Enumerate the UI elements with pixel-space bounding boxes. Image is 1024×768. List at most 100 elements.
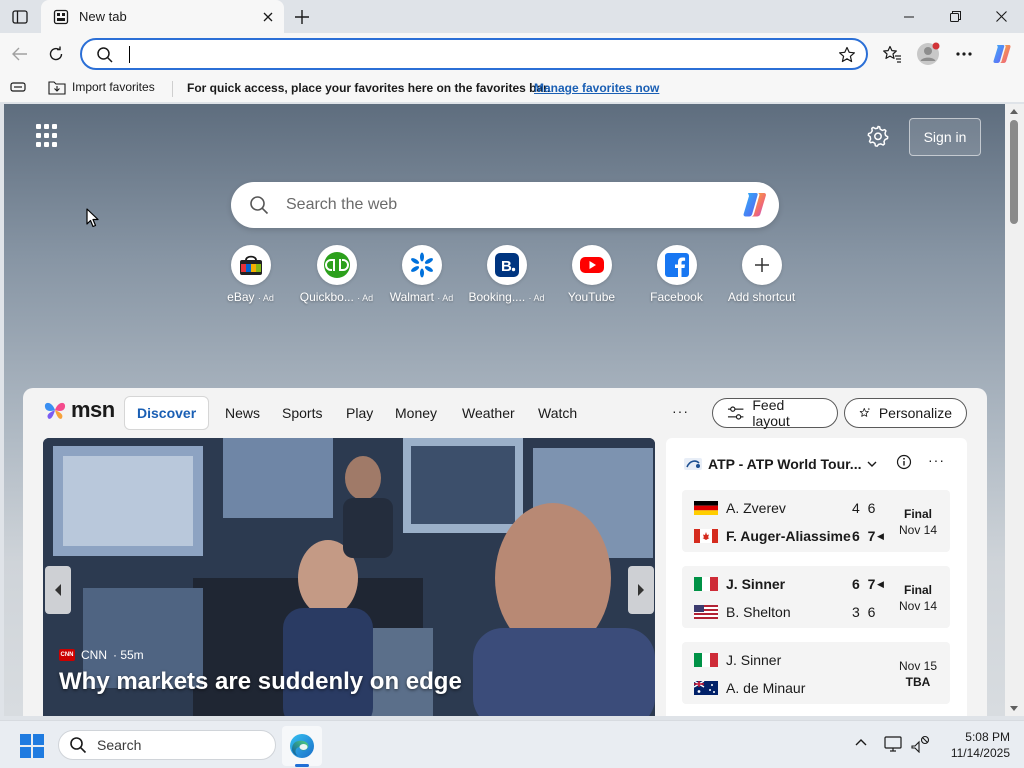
profile-button[interactable]	[914, 40, 942, 68]
tab-news[interactable]: News	[225, 405, 260, 421]
page-settings-button[interactable]	[866, 124, 892, 150]
winner-marker-icon: ◀	[877, 531, 884, 541]
player-name: F. Auger-Aliassime	[726, 528, 851, 544]
italy-flag-icon	[694, 653, 718, 667]
chevron-down-icon	[867, 461, 877, 467]
favorites-button[interactable]	[878, 40, 906, 68]
clock-date: 11/14/2025	[950, 746, 1010, 760]
hero-headline[interactable]: Why markets are suddenly on edge	[59, 668, 462, 696]
germany-flag-icon	[694, 501, 718, 515]
svg-text:B: B	[501, 258, 512, 275]
tab-title: New tab	[79, 9, 127, 24]
match-status: Final Nov 14	[892, 506, 944, 538]
display-icon[interactable]	[884, 735, 902, 753]
hero-story-card[interactable]: CNN CNN · 55m Why markets are suddenly o…	[43, 438, 655, 716]
player-name: J. Sinner	[726, 652, 782, 668]
add-shortcut-button[interactable]: Add shortcut	[719, 245, 804, 304]
web-search-box[interactable]: Search the web	[231, 182, 779, 228]
avatar-icon	[917, 42, 940, 65]
shortcut-quickbooks[interactable]: Quickbo... · Ad	[294, 245, 379, 304]
close-window-button[interactable]	[978, 0, 1024, 33]
shortcut-facebook[interactable]: Facebook	[634, 245, 719, 304]
copilot-icon[interactable]	[739, 190, 771, 220]
close-icon	[263, 12, 273, 22]
hero-next-button[interactable]	[628, 566, 654, 614]
refresh-button[interactable]	[42, 40, 70, 68]
match-status-label: Final	[903, 583, 932, 597]
ad-label: · Ad	[357, 293, 374, 303]
taskbar-search-box[interactable]: Search	[58, 730, 276, 760]
shortcut-label: eBay	[227, 290, 255, 304]
app-launcher-button[interactable]	[36, 124, 60, 148]
tab-discover[interactable]: Discover	[124, 396, 210, 430]
scroll-up-arrow-icon[interactable]	[1009, 107, 1019, 115]
tab-watch[interactable]: Watch	[538, 405, 577, 421]
sports-league-selector[interactable]: ATP - ATP World Tour...	[684, 456, 877, 472]
copilot-button[interactable]	[988, 40, 1016, 68]
scrollbar-thumb[interactable]	[1010, 120, 1018, 224]
tab-play[interactable]: Play	[346, 405, 373, 421]
feed-layout-button[interactable]: Feed layout	[712, 397, 838, 429]
tab-money[interactable]: Money	[395, 405, 437, 421]
back-arrow-icon	[12, 47, 27, 61]
shortcut-booking[interactable]: B Booking.... · Ad	[464, 245, 549, 304]
import-favorites-button[interactable]: Import favorites	[48, 79, 155, 95]
match-date: Nov 14	[898, 523, 938, 537]
search-icon	[250, 196, 269, 215]
shortcut-ebay[interactable]: eBay · Ad	[208, 245, 293, 304]
add-favorite-button[interactable]	[836, 44, 858, 66]
more-horizontal-icon	[956, 52, 972, 56]
match-card[interactable]: A. Zverev 4 6 F. Auger-Aliassime 6 7 ◀ F…	[682, 490, 950, 552]
sports-league-title: ATP - ATP World Tour...	[708, 456, 862, 472]
back-button[interactable]	[6, 40, 34, 68]
sign-in-button[interactable]: Sign in	[909, 118, 981, 156]
sports-more-button[interactable]: ···	[928, 452, 945, 468]
msn-logo[interactable]: msn	[43, 397, 115, 423]
sparkle-star-icon	[859, 407, 871, 417]
new-tab-button[interactable]	[290, 5, 314, 29]
page-scrollbar[interactable]	[1005, 104, 1024, 716]
manage-favorites-link[interactable]: Manage favorites now	[534, 81, 659, 95]
shortcut-tiles: eBay · Ad Quickbo... · Ad Walmart · Ad B…	[224, 245, 804, 305]
hero-prev-button[interactable]	[45, 566, 71, 614]
new-tab-page: Sign in Search the web eBay · Ad Quickbo…	[4, 104, 1005, 716]
settings-and-more-button[interactable]	[950, 40, 978, 68]
minimize-button[interactable]	[886, 0, 932, 33]
tab-actions-menu-button[interactable]	[8, 6, 32, 28]
match-status: Final Nov 14	[892, 582, 944, 614]
system-clock[interactable]: 5:08 PM 11/14/2025	[930, 729, 1010, 761]
network-volume-icon[interactable]	[910, 735, 930, 753]
shortcut-label: Quickbo...	[299, 290, 354, 304]
nav-more-button[interactable]: ···	[672, 403, 689, 419]
match-card[interactable]: J. Sinner A. de Minaur Nov 15 TBA	[682, 642, 950, 704]
ad-label: · Ad	[528, 293, 545, 303]
chevron-left-icon	[55, 584, 61, 596]
match-card[interactable]: J. Sinner 6 7 ◀ B. Shelton 3 6 Final Nov…	[682, 566, 950, 628]
address-bar[interactable]	[80, 38, 868, 70]
copilot-icon	[993, 45, 1011, 63]
refresh-icon	[49, 46, 63, 61]
restore-button[interactable]	[932, 0, 978, 33]
tab-close-button[interactable]	[260, 9, 276, 25]
chevron-up-icon[interactable]	[854, 735, 868, 749]
shortcut-label: Add shortcut	[727, 290, 796, 304]
player-name: A. Zverev	[726, 500, 786, 516]
personalize-label: Personalize	[878, 405, 952, 421]
facebook-icon	[664, 253, 689, 278]
australia-flag-icon	[694, 681, 718, 695]
chevron-right-icon	[638, 584, 644, 596]
scroll-down-arrow-icon[interactable]	[1009, 705, 1019, 713]
personalize-button[interactable]: Personalize	[844, 398, 967, 428]
taskbar-edge-app[interactable]	[282, 726, 322, 766]
tab-new-tab[interactable]: New tab	[41, 0, 284, 33]
shortcut-walmart[interactable]: Walmart · Ad	[379, 245, 464, 304]
shortcut-youtube[interactable]: YouTube	[549, 245, 634, 304]
tab-sports[interactable]: Sports	[282, 405, 322, 421]
browser-toolbar	[0, 33, 1024, 75]
favorites-bar-menu-button[interactable]	[10, 80, 26, 97]
player-row: B. Shelton	[694, 604, 791, 620]
tab-weather[interactable]: Weather	[462, 405, 515, 421]
hero-source: CNN CNN · 55m	[59, 648, 144, 662]
info-icon[interactable]	[896, 454, 912, 470]
start-button[interactable]	[20, 734, 44, 758]
